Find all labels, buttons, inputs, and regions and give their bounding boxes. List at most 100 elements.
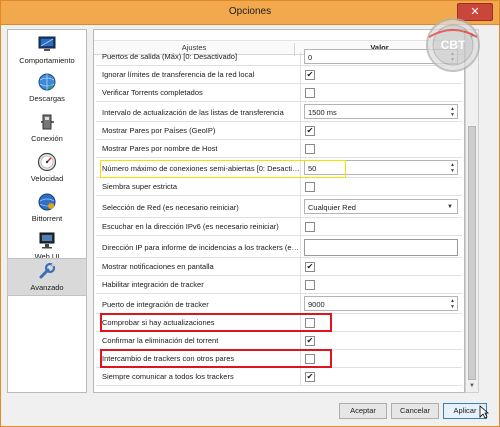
cell-divider [300, 196, 301, 217]
cell-divider [300, 140, 301, 157]
spin-value: 9000 [308, 300, 325, 309]
peers-hostname-checkbox[interactable] [305, 144, 315, 154]
accept-button[interactable]: Aceptar [339, 403, 387, 419]
setting-label: Verificar Torrents completados [102, 88, 203, 97]
sidebar-item-comportamiento[interactable]: Comportamiento [8, 32, 86, 70]
spin-value: 0 [308, 53, 313, 62]
bittorrent-globe-icon [38, 193, 56, 211]
ignore-local-limits-checkbox[interactable]: ✔ [305, 70, 315, 80]
dropdown-value: Cualquier Red [308, 203, 356, 212]
monitor-icon [38, 36, 56, 51]
scrollbar-thumb[interactable] [468, 126, 476, 380]
options-sidebar: Comportamiento Descargas Conexión Veloci… [7, 29, 87, 393]
cell-divider [300, 84, 301, 101]
refresh-interval-spinbox[interactable]: 1500 ms ▲ ▼ [304, 104, 458, 119]
tracker-port-spinbox[interactable]: 9000 ▲ ▼ [304, 296, 458, 311]
sidebar-item-descargas[interactable]: Descargas [8, 70, 86, 108]
sidebar-item-label: Conexión [31, 134, 63, 143]
notifications-checkbox[interactable]: ✔ [305, 262, 315, 272]
column-header-settings[interactable]: Ajustes [94, 43, 294, 52]
table-row[interactable]: Selección de Red (es necesario reiniciar… [96, 196, 462, 218]
cell-divider [300, 332, 301, 349]
cell-divider [300, 236, 301, 257]
cell-divider [300, 368, 301, 385]
spin-arrows-icon[interactable]: ▲▼ [450, 106, 455, 118]
tracker-ip-input[interactable] [304, 239, 458, 256]
setting-label: Puerto de integración de tracker [102, 300, 209, 309]
sidebar-item-conexion[interactable]: Conexión [8, 110, 86, 148]
globe-download-icon [38, 73, 56, 91]
webui-monitor-icon [39, 232, 55, 249]
setting-label: Siembra super estricta [102, 182, 178, 191]
cancel-button[interactable]: Cancelar [391, 403, 439, 419]
sidebar-item-label: Avanzado [30, 283, 64, 292]
cell-divider [300, 52, 301, 65]
vertical-scrollbar[interactable]: ▲ ▼ [465, 29, 479, 393]
advanced-settings-table: Ajustes Valor Puertos de salida (Máx) [0… [93, 29, 465, 393]
sidebar-item-label: Velocidad [30, 174, 64, 183]
table-row[interactable]: Intervalo de actualización de las listas… [96, 102, 462, 122]
confirm-delete-checkbox[interactable]: ✔ [305, 336, 315, 346]
highlight-box-yellow [100, 160, 346, 178]
cell-divider [300, 66, 301, 83]
sidebar-item-label: Descargas [29, 94, 65, 103]
sidebar-item-label: Bittorrent [31, 214, 63, 223]
setting-label: Escuchar en la dirección IPv6 (es necesa… [102, 222, 279, 231]
setting-label: Habilitar integración de tracker [102, 280, 204, 289]
table-row[interactable]: Dirección IP para informe de incidencias… [96, 236, 462, 258]
spin-value: 1500 ms [308, 108, 337, 117]
table-row[interactable]: Siembra super estricta [96, 178, 462, 196]
table-row[interactable]: Mostrar Pares por nombre de Host [96, 140, 462, 158]
wrench-icon [39, 262, 56, 279]
setting-label: Siempre comunicar a todos los trackers [102, 372, 234, 381]
options-window: Opciones ✕ Comportamiento Descargas Cone… [0, 0, 500, 427]
cell-divider [300, 122, 301, 139]
table-row[interactable]: Confirmar la eliminación del torrent ✔ [96, 332, 462, 350]
geoip-checkbox[interactable]: ✔ [305, 126, 315, 136]
sidebar-item-bittorrent[interactable]: Bittorrent [8, 190, 86, 228]
super-seeding-checkbox[interactable] [305, 182, 315, 192]
tracker-integration-checkbox[interactable] [305, 280, 315, 290]
cbt-logo-icon: CBT [426, 18, 480, 72]
speedometer-icon [37, 152, 57, 172]
table-row[interactable]: Mostrar notificaciones en pantalla ✔ [96, 258, 462, 276]
table-row[interactable]: Escuchar en la dirección IPv6 (es necesa… [96, 218, 462, 236]
table-row[interactable]: Puertos de salida (Máx) [0: Desactivado]… [96, 49, 462, 66]
table-row[interactable]: Verificar Torrents completados [96, 84, 462, 102]
setting-label: Mostrar Pares por nombre de Host [102, 144, 218, 153]
network-selection-dropdown[interactable]: Cualquier Red ▼ [304, 199, 458, 214]
highlight-box-red [100, 349, 332, 368]
setting-label: Mostrar Pares por Países (GeoIP) [102, 126, 216, 135]
cell-divider [300, 178, 301, 195]
logo-text: CBT [441, 38, 466, 52]
scroll-down-arrow-icon[interactable]: ▼ [466, 380, 478, 392]
spin-arrows-icon[interactable]: ▲▼ [450, 298, 455, 310]
setting-label: Selección de Red (es necesario reiniciar… [102, 203, 239, 212]
table-row[interactable]: Habilitar integración de tracker [96, 276, 462, 294]
connection-icon [41, 114, 54, 130]
table-row[interactable]: Mostrar Pares por Países (GeoIP) ✔ [96, 122, 462, 140]
cell-divider [300, 276, 301, 293]
highlight-box-red [100, 313, 332, 332]
setting-label: Mostrar notificaciones en pantalla [102, 262, 214, 271]
sidebar-item-avanzado[interactable]: Avanzado [7, 258, 87, 296]
setting-label: Confirmar la eliminación del torrent [102, 336, 219, 345]
table-row[interactable]: Puerto de integración de tracker 9000 ▲ ▼ [96, 294, 462, 314]
setting-label: Ignorar límites de transferencia de la r… [102, 70, 255, 79]
verify-completed-checkbox[interactable] [305, 88, 315, 98]
ipv6-listen-checkbox[interactable] [305, 222, 315, 232]
spin-arrows-icon[interactable]: ▲▼ [450, 162, 455, 174]
setting-label: Intervalo de actualización de las listas… [102, 108, 284, 117]
chevron-down-icon[interactable]: ▼ [447, 204, 453, 210]
cell-divider [300, 294, 301, 313]
setting-label: Puertos de salida (Máx) [0: Desactivado] [102, 52, 238, 61]
announce-all-trackers-checkbox[interactable]: ✔ [305, 372, 315, 382]
cell-divider [300, 218, 301, 235]
sidebar-item-velocidad[interactable]: Velocidad [8, 150, 86, 188]
sidebar-item-label: Comportamiento [19, 56, 75, 65]
setting-label: Dirección IP para informe de incidencias… [102, 243, 300, 252]
table-row[interactable]: Ignorar límites de transferencia de la r… [96, 66, 462, 84]
cell-divider [300, 102, 301, 121]
mouse-cursor-icon [479, 405, 489, 419]
table-row[interactable]: Siempre comunicar a todos los trackers ✔ [96, 368, 462, 386]
